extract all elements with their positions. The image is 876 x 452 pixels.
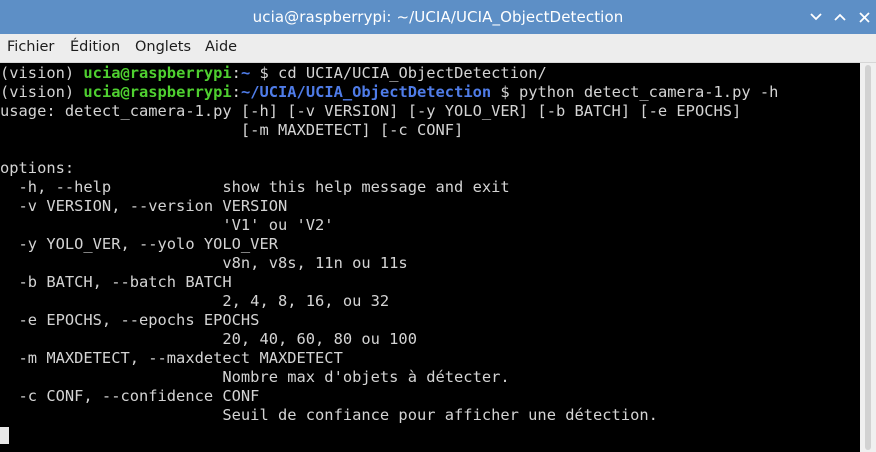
close-icon: [858, 11, 870, 23]
minimize-button[interactable]: [806, 7, 826, 27]
venv-label: (vision): [0, 83, 84, 101]
menu-fichier[interactable]: Fichier: [7, 39, 54, 55]
terminal-window: ucia@raspberrypi: ~/UCIA/UCIA_ObjectDete…: [0, 0, 876, 452]
close-button[interactable]: [854, 7, 874, 27]
output-line: Nombre max d'objets à détecter.: [0, 368, 510, 386]
output-line: v8n, v8s, 11n ou 11s: [0, 254, 408, 272]
output-line: Seuil de confiance pour afficher une dét…: [0, 406, 658, 424]
vertical-scrollbar[interactable]: [860, 63, 876, 452]
prompt-userhost: ucia@raspberrypi: [83, 83, 232, 101]
prompt-path: ~/UCIA/UCIA_ObjectDetection: [240, 83, 492, 101]
command-text: cd UCIA/UCIA_ObjectDetection/: [278, 64, 547, 82]
title-bar[interactable]: ucia@raspberrypi: ~/UCIA/UCIA_ObjectDete…: [0, 0, 876, 34]
menu-onglets[interactable]: Onglets: [135, 39, 191, 55]
menu-aide[interactable]: Aide: [205, 39, 237, 55]
chevron-up-icon: [834, 13, 846, 21]
prompt-path: ~: [240, 64, 251, 82]
menu-bar: Fichier Édition Onglets Aide: [0, 34, 876, 63]
output-line: -b BATCH, --batch BATCH: [0, 273, 232, 291]
output-line: [-m MAXDETECT] [-c CONF]: [0, 121, 464, 139]
output-line: -y YOLO_VER, --yolo YOLO_VER: [0, 235, 278, 253]
prompt-userhost: ucia@raspberrypi: [83, 64, 232, 82]
maximize-button[interactable]: [830, 7, 850, 27]
window-title: ucia@raspberrypi: ~/UCIA/UCIA_ObjectDete…: [252, 8, 624, 26]
output-line: -h, --help show this help message and ex…: [0, 178, 510, 196]
chevron-down-icon: [810, 13, 822, 21]
output-line: -v VERSION, --version VERSION: [0, 197, 288, 215]
output-line: 2, 4, 8, 16, ou 32: [0, 292, 390, 310]
output-line: -e EPOCHS, --epochs EPOCHS: [0, 311, 260, 329]
output-line: usage: detect_camera-1.py [-h] [-v VERSI…: [0, 102, 742, 120]
prompt-colon: :: [231, 64, 241, 82]
output-line: 20, 40, 60, 80 ou 100: [0, 330, 417, 348]
command-text: python detect_camera-1.py -h: [518, 83, 779, 101]
output-line: options:: [0, 159, 75, 177]
terminal-output[interactable]: (vision) ucia@raspberrypi:~ $ cd UCIA/UC…: [0, 63, 860, 452]
output-line: -m MAXDETECT, --maxdetect MAXDETECT: [0, 349, 343, 367]
prompt-line: (vision) ucia@raspberrypi:~ $ cd UCIA/UC…: [0, 64, 547, 83]
venv-label: (vision): [0, 64, 84, 82]
text-cursor: [0, 427, 9, 444]
menu-edition[interactable]: Édition: [70, 39, 120, 55]
prompt-colon: :: [231, 83, 241, 101]
prompt-dollar: $: [491, 83, 519, 101]
prompt-line: (vision) ucia@raspberrypi:~/UCIA/UCIA_Ob…: [0, 83, 778, 102]
output-line: 'V1' ou 'V2': [0, 216, 334, 234]
prompt-dollar: $: [250, 64, 279, 82]
output-line: -c CONF, --confidence CONF: [0, 387, 260, 405]
scrollbar-thumb[interactable]: [865, 65, 871, 450]
